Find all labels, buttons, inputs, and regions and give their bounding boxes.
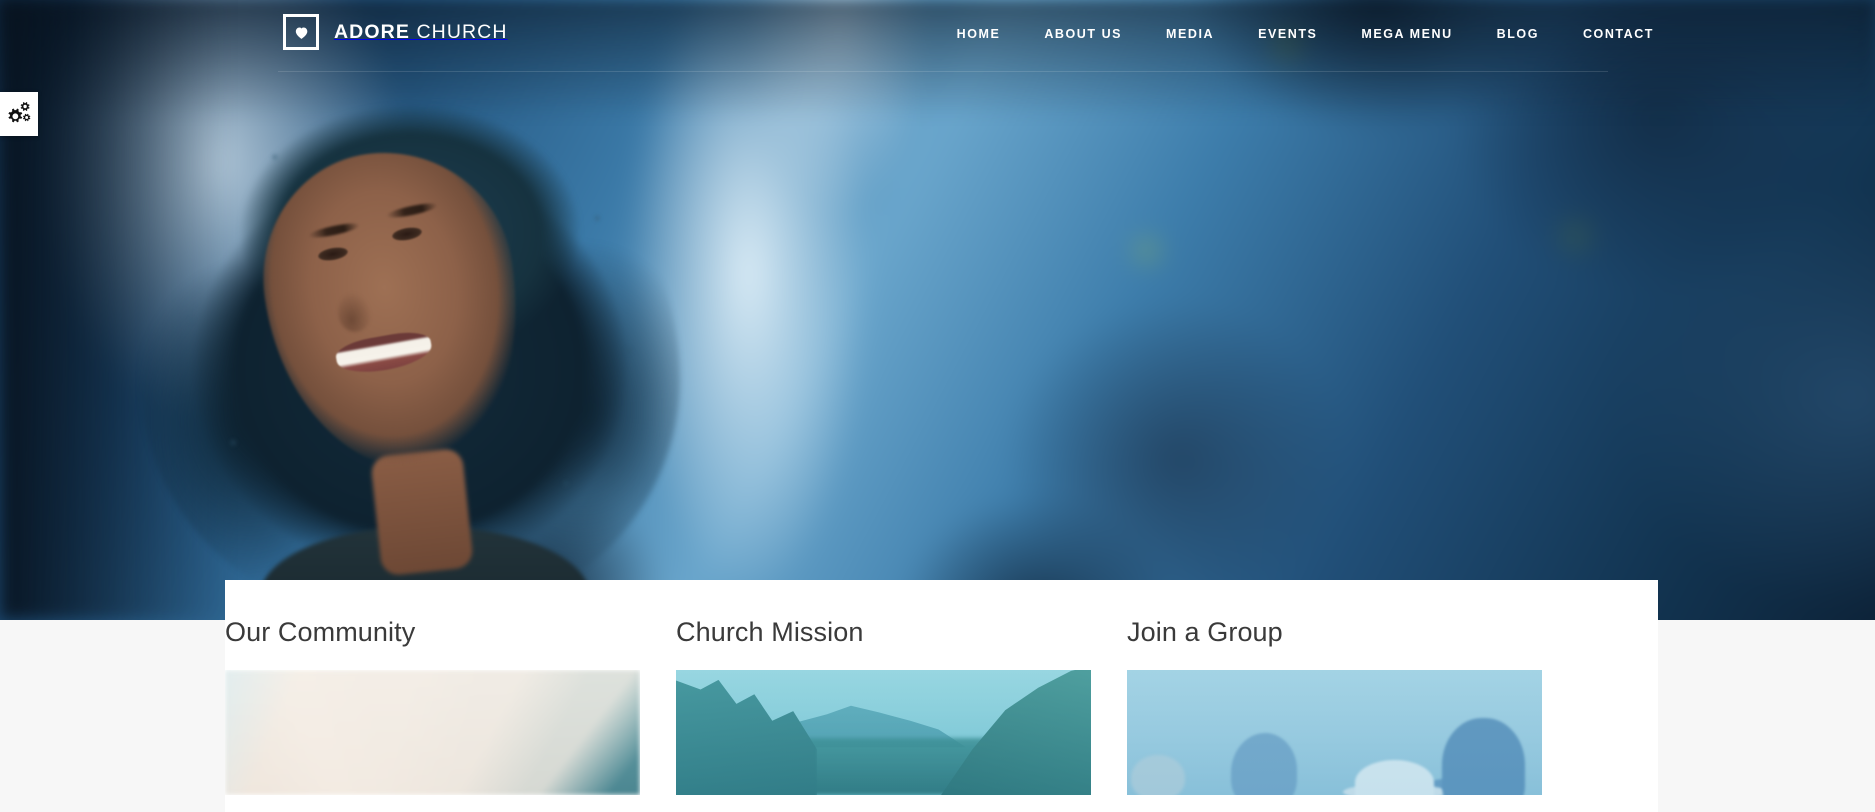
feature-card-image[interactable] [1127, 670, 1542, 795]
feature-cards-list: Our Community Church Mission Join a Grou… [225, 580, 1658, 795]
person-head-2 [1230, 732, 1298, 795]
person-hat-brim [1342, 783, 1447, 795]
person-arm [1408, 773, 1477, 795]
brand-name-light: CHURCH [416, 20, 508, 43]
feature-card-title: Church Mission [676, 617, 864, 647]
feature-card[interactable]: Our Community [225, 580, 640, 795]
site-logo[interactable]: ADORE CHURCH [283, 14, 508, 50]
feature-card-title: Join a Group [1127, 617, 1283, 647]
nav-item-blog[interactable]: BLOG [1475, 24, 1561, 44]
header-divider [278, 71, 1608, 72]
nav-item-media[interactable]: MEDIA [1144, 24, 1236, 44]
feature-card-title: Our Community [225, 617, 416, 647]
main-navigation: HOME ABOUT US MEDIA EVENTS MEGA MENU BLO… [935, 24, 1654, 44]
person-head-1 [1131, 755, 1186, 795]
hero-portrait-image [140, 96, 680, 620]
feature-card[interactable]: Join a Group [1127, 580, 1542, 795]
site-header: ADORE CHURCH HOME ABOUT US MEDIA EVENTS … [0, 0, 1875, 72]
nav-item-contact[interactable]: CONTACT [1561, 24, 1654, 44]
hands-together-photo [225, 670, 640, 795]
feature-cards-panel: Our Community Church Mission Join a Grou… [225, 580, 1658, 812]
nav-item-mega-menu[interactable]: MEGA MENU [1339, 24, 1474, 44]
feature-card-image[interactable] [225, 670, 640, 795]
settings-panel-toggle[interactable] [0, 92, 38, 136]
landscape-valley [742, 737, 1033, 795]
group-outdoors-photo [1127, 670, 1542, 795]
person-head-3 [1442, 717, 1526, 795]
brand-name-bold: ADORE [334, 20, 410, 43]
portrait-nose [338, 292, 372, 332]
person-hat [1355, 760, 1435, 795]
landscape-forest-left [676, 677, 818, 795]
gears-icon [5, 101, 33, 127]
landscape-sky [676, 670, 1091, 745]
feature-card-image[interactable] [676, 670, 1091, 795]
brand-text: ADORE CHURCH [334, 21, 508, 44]
feature-card[interactable]: Church Mission [676, 580, 1091, 795]
landscape-mountain [767, 705, 967, 748]
nav-item-about-us[interactable]: ABOUT US [1022, 24, 1144, 44]
landscape-forest-right [935, 670, 1091, 795]
heart-icon [283, 14, 319, 50]
hero-banner [0, 0, 1875, 620]
nav-item-home[interactable]: HOME [935, 24, 1023, 44]
nav-item-events[interactable]: EVENTS [1236, 24, 1339, 44]
mountain-landscape-photo [676, 670, 1091, 795]
